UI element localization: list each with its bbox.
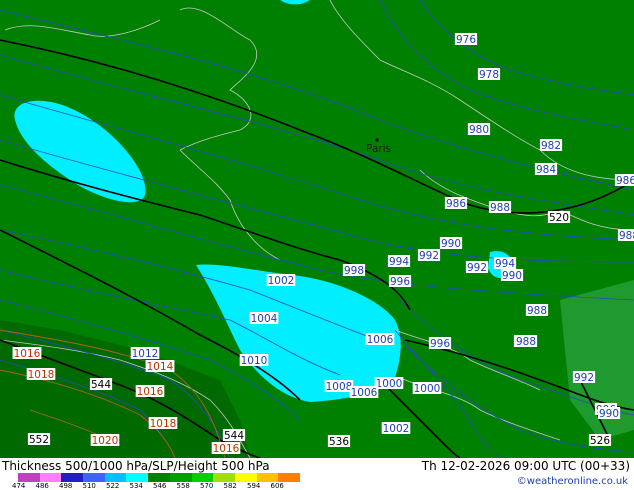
isobar-label: 1014 <box>147 361 174 373</box>
isobar-label: 988 <box>619 230 634 242</box>
legend-tick: 558 <box>176 482 190 490</box>
legend-swatch <box>278 473 300 482</box>
thickness-label: 520 <box>549 212 569 224</box>
isobar-label: 986 <box>616 175 634 187</box>
isobar-label: 1000 <box>376 378 403 390</box>
credit-link[interactable]: ©weatheronline.co.uk <box>517 475 628 489</box>
legend-swatch <box>169 473 192 482</box>
isobar-label: 992 <box>467 262 487 274</box>
isobar-label: 1002 <box>383 423 410 435</box>
isobar-label: 988 <box>527 305 547 317</box>
paris-marker <box>375 138 379 142</box>
legend-tick: 606 <box>270 482 284 490</box>
thickness-label: 552 <box>29 434 49 446</box>
legend-swatch <box>83 473 105 482</box>
legend-swatch <box>104 473 127 482</box>
legend-tick: 594 <box>247 482 261 490</box>
legend-tick: 582 <box>223 482 237 490</box>
legend-swatch <box>213 473 235 482</box>
isobar-label: 994 <box>389 256 409 268</box>
isobar-label: 992 <box>574 372 594 384</box>
thickness-label: 544 <box>224 430 244 442</box>
isobar-label: 1002 <box>268 275 295 287</box>
legend-tick: 570 <box>200 482 214 490</box>
isobar-label: 1006 <box>367 334 394 346</box>
legend-swatch <box>18 473 40 482</box>
legend-tick: 522 <box>106 482 120 490</box>
legend-swatch <box>126 473 149 482</box>
legend-tick: 486 <box>35 482 49 490</box>
isobar-label: 996 <box>390 276 410 288</box>
isobar-label: 990 <box>441 238 461 250</box>
isobar-label: 1016 <box>137 386 164 398</box>
weather-map: Paris 976 978 980 982 984 986 988 990 992 994 996 9… <box>0 0 634 458</box>
isobar-label: 1006 <box>351 387 378 399</box>
isobar-label: 1010 <box>241 355 268 367</box>
isobar-label: 984 <box>536 164 556 176</box>
color-legend <box>18 473 300 482</box>
isobar-label: 990 <box>502 270 522 282</box>
isobar-label: 988 <box>490 202 510 214</box>
isobar-label: 1000 <box>414 383 441 395</box>
isobar-label: 980 <box>469 124 489 136</box>
isobar-label: 1020 <box>92 435 119 447</box>
isobar-label: 986 <box>446 198 466 210</box>
legend-tick: 546 <box>153 482 167 490</box>
legend-swatch <box>234 473 257 482</box>
isobar-label: 978 <box>479 69 499 81</box>
legend-tick: 474 <box>12 482 26 490</box>
forecast-datetime: Th 12-02-2026 09:00 UTC (00+33) <box>421 459 630 473</box>
legend-ticks: 474 486 498 510 522 534 546 558 570 582 594 606 <box>12 482 312 490</box>
paris-label: Paris <box>366 143 391 155</box>
thickness-label: 536 <box>329 436 349 448</box>
isobar-label: 1008 <box>326 381 353 393</box>
legend-swatch <box>148 473 170 482</box>
legend-swatch <box>39 473 62 482</box>
isobar-label: 1004 <box>251 313 278 325</box>
legend-tick: 498 <box>59 482 73 490</box>
isobar-label: 990 <box>599 408 619 420</box>
footer: Thickness 500/1000 hPa/SLP/Height 500 hP… <box>0 458 634 490</box>
isobar-label: 988 <box>516 336 536 348</box>
legend-tick: 510 <box>82 482 96 490</box>
legend-tick: 534 <box>129 482 143 490</box>
isobar-label: 1018 <box>150 418 177 430</box>
isobar-label: 998 <box>344 265 364 277</box>
isobar-label: 976 <box>456 34 476 46</box>
isobar-label: 1016 <box>213 443 240 455</box>
isobar-label: 994 <box>495 258 515 270</box>
isobar-label: 1018 <box>28 369 55 381</box>
legend-swatch <box>256 473 279 482</box>
legend-swatch <box>61 473 84 482</box>
isobar-label: 1016 <box>14 348 41 360</box>
isobar-label: 992 <box>419 250 439 262</box>
isobar-label: 996 <box>430 338 450 350</box>
thickness-label: 526 <box>590 435 610 447</box>
isobar-label: 1012 <box>132 348 159 360</box>
isobar-label: 982 <box>541 140 561 152</box>
legend-swatch <box>191 473 214 482</box>
thickness-label: 544 <box>91 379 111 391</box>
chart-title: Thickness 500/1000 hPa/SLP/Height 500 hP… <box>2 459 270 473</box>
